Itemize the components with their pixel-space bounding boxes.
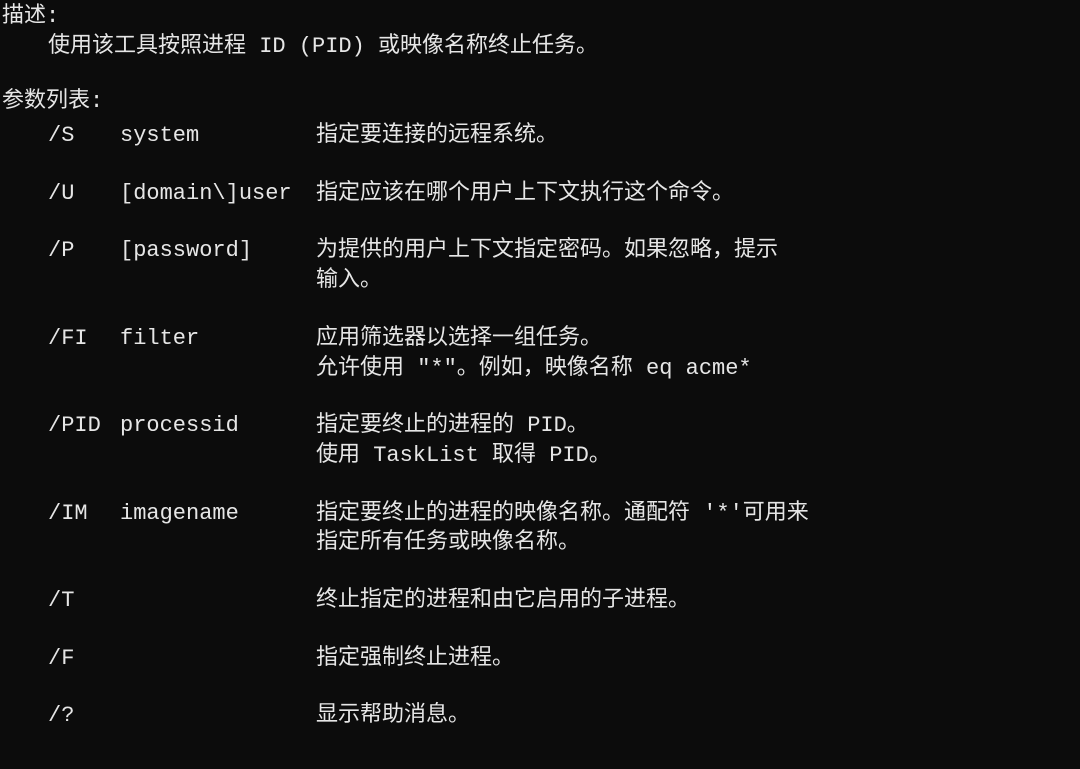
param-flag: /IM [48,499,120,558]
param-row-u: /U [domain\]user 指定应该在哪个用户上下文执行这个命令。 [0,179,1080,209]
param-desc: 终止指定的进程和由它启用的子进程。 [316,586,1080,616]
param-flag: /PID [48,411,120,470]
param-flag: /S [48,121,120,151]
description-header: 描述: [0,2,1080,32]
param-flag: /F [48,644,120,674]
param-desc: 为提供的用户上下文指定密码。如果忽略，提示 输入。 [316,236,1080,295]
param-arg [120,701,316,731]
param-arg [120,586,316,616]
param-desc: 显示帮助消息。 [316,701,1080,731]
param-row-help: /? 显示帮助消息。 [0,701,1080,731]
param-arg: system [120,121,316,151]
param-arg: [domain\]user [120,179,316,209]
param-row-fi: /FI filter 应用筛选器以选择一组任务。 允许使用 "*"。例如，映像名… [0,324,1080,383]
param-row-p: /P [password] 为提供的用户上下文指定密码。如果忽略，提示 输入。 [0,236,1080,295]
param-arg [120,644,316,674]
param-desc: 指定要连接的远程系统。 [316,121,1080,151]
param-desc: 应用筛选器以选择一组任务。 允许使用 "*"。例如，映像名称 eq acme* [316,324,1080,383]
param-desc: 指定要终止的进程的映像名称。通配符 '*'可用来 指定所有任务或映像名称。 [316,499,1080,558]
param-flag: /P [48,236,120,295]
param-row-t: /T 终止指定的进程和由它启用的子进程。 [0,586,1080,616]
param-row-f: /F 指定强制终止进程。 [0,644,1080,674]
param-flag: /FI [48,324,120,383]
param-flag: /T [48,586,120,616]
param-flag: /? [48,701,120,731]
param-arg: imagename [120,499,316,558]
params-header: 参数列表: [0,87,1080,117]
param-arg: filter [120,324,316,383]
console-output: 描述: 使用该工具按照进程 ID (PID) 或映像名称终止任务。 参数列表: … [0,2,1080,731]
param-arg: processid [120,411,316,470]
param-row-s: /S system 指定要连接的远程系统。 [0,121,1080,151]
param-row-pid: /PID processid 指定要终止的进程的 PID。 使用 TaskLis… [0,411,1080,470]
param-desc: 指定强制终止进程。 [316,644,1080,674]
param-desc: 指定应该在哪个用户上下文执行这个命令。 [316,179,1080,209]
param-arg: [password] [120,236,316,295]
param-flag: /U [48,179,120,209]
param-desc: 指定要终止的进程的 PID。 使用 TaskList 取得 PID。 [316,411,1080,470]
param-row-im: /IM imagename 指定要终止的进程的映像名称。通配符 '*'可用来 指… [0,499,1080,558]
description-body: 使用该工具按照进程 ID (PID) 或映像名称终止任务。 [0,32,1080,62]
